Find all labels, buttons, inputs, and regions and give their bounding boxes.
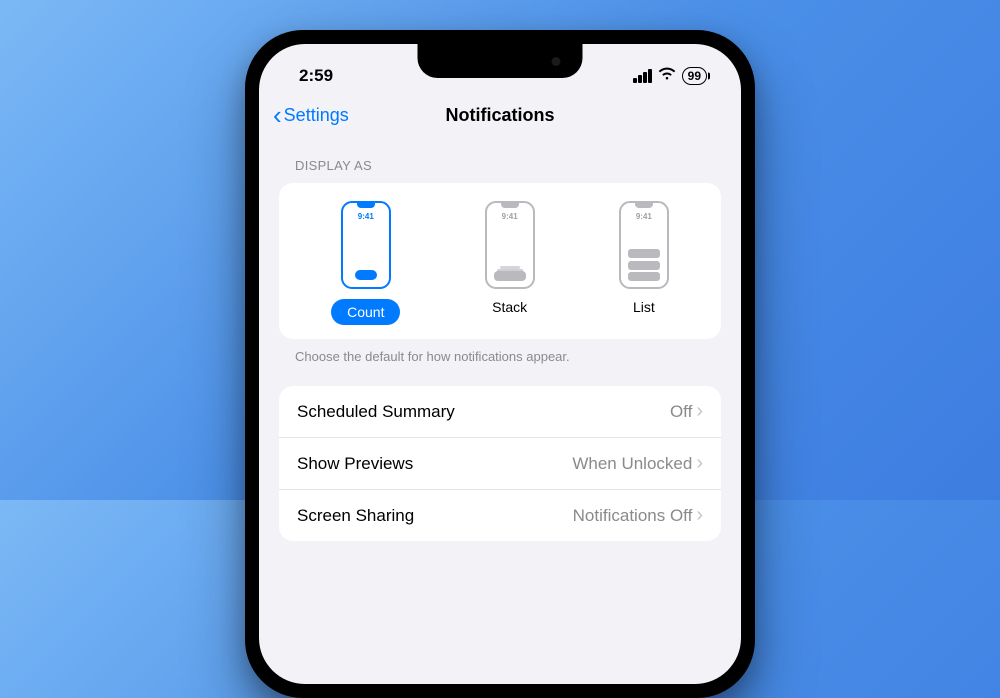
notch (418, 44, 583, 78)
row-label: Scheduled Summary (297, 402, 455, 422)
status-time: 2:59 (299, 66, 333, 86)
row-value: Off › (670, 400, 703, 423)
phone-frame: 2:59 99 ‹ Settings Notifications DISPLAY… (245, 30, 755, 698)
display-option-count[interactable]: 9:41 Count (331, 201, 400, 325)
display-option-list[interactable]: 9:41 List (619, 201, 669, 325)
display-as-card: 9:41 Count 9:41 Stack (279, 183, 721, 339)
count-preview-icon: 9:41 (341, 201, 391, 289)
row-value: Notifications Off › (573, 504, 703, 527)
stack-label: Stack (492, 299, 527, 315)
chevron-right-icon: › (696, 400, 703, 423)
display-as-header: DISPLAY AS (259, 142, 741, 179)
battery-indicator: 99 (682, 67, 707, 85)
navigation-bar: ‹ Settings Notifications (259, 92, 741, 142)
chevron-left-icon: ‹ (273, 102, 282, 128)
back-button[interactable]: ‹ Settings (273, 102, 349, 128)
row-value: When Unlocked › (572, 452, 703, 475)
row-label: Screen Sharing (297, 506, 414, 526)
row-scheduled-summary[interactable]: Scheduled Summary Off › (279, 386, 721, 438)
wifi-icon (658, 67, 676, 85)
settings-list: Scheduled Summary Off › Show Previews Wh… (279, 386, 721, 541)
list-label: List (633, 299, 655, 315)
row-screen-sharing[interactable]: Screen Sharing Notifications Off › (279, 490, 721, 541)
chevron-right-icon: › (696, 504, 703, 527)
stack-preview-icon: 9:41 (485, 201, 535, 289)
phone-screen: 2:59 99 ‹ Settings Notifications DISPLAY… (259, 44, 741, 684)
display-as-options: 9:41 Count 9:41 Stack (279, 183, 721, 339)
page-title: Notifications (445, 105, 554, 126)
front-camera (552, 57, 561, 66)
chevron-right-icon: › (696, 452, 703, 475)
display-option-stack[interactable]: 9:41 Stack (485, 201, 535, 325)
row-show-previews[interactable]: Show Previews When Unlocked › (279, 438, 721, 490)
cellular-signal-icon (633, 69, 652, 83)
count-label: Count (331, 299, 400, 325)
status-right: 99 (633, 67, 707, 85)
battery-level: 99 (688, 69, 701, 83)
display-as-footer: Choose the default for how notifications… (259, 339, 741, 382)
row-label: Show Previews (297, 454, 413, 474)
list-preview-icon: 9:41 (619, 201, 669, 289)
back-label: Settings (284, 105, 349, 126)
